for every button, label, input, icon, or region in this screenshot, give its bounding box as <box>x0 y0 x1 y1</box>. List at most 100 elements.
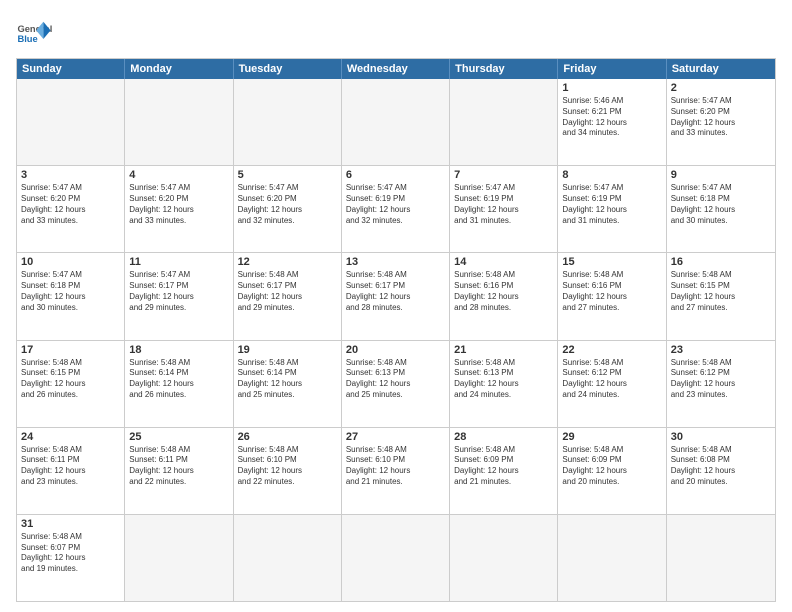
calendar-cell: 29Sunrise: 5:48 AM Sunset: 6:09 PM Dayli… <box>558 428 666 514</box>
day-number: 18 <box>129 344 228 356</box>
day-number: 6 <box>346 169 445 181</box>
calendar-cell <box>125 79 233 165</box>
calendar-cell: 18 Sunrise: 5:48 AM Sunset: 6:14 PM Dayli… <box>125 341 233 427</box>
calendar-cell: 2Sunrise: 5:47 AM Sunset: 6:20 PM Daylig… <box>667 79 775 165</box>
calendar-cell: 11 Sunrise: 5:47 AM Sunset: 6:17 PM Dayli… <box>125 253 233 339</box>
calendar-cell <box>667 515 775 601</box>
day-number: 10 <box>21 256 120 268</box>
day-number: 29 <box>562 431 661 443</box>
day-number: 24 <box>21 431 120 443</box>
day-number: 16 <box>671 256 771 268</box>
cell-info: Sunrise: 5:47 AM Sunset: 6:20 PM Dayligh… <box>129 183 228 226</box>
cell-info: Sunrise: 5:47 AM Sunset: 6:18 PM Dayligh… <box>671 183 771 226</box>
cell-info: Sunrise: 5:48 AM Sunset: 6:17 PM Dayligh… <box>238 270 337 313</box>
day-number: 28 <box>454 431 553 443</box>
calendar-cell: 23Sunrise: 5:48 AM Sunset: 6:12 PM Dayli… <box>667 341 775 427</box>
calendar-week-row: 1 Sunrise: 5:46 AM Sunset: 6:21 PM Daylig… <box>17 79 775 165</box>
day-number: 15 <box>562 256 661 268</box>
cell-info: Sunrise: 5:46 AM Sunset: 6:21 PM Dayligh… <box>562 96 661 139</box>
calendar-cell: 1 Sunrise: 5:46 AM Sunset: 6:21 PM Daylig… <box>558 79 666 165</box>
calendar-cell: 24 Sunrise: 5:48 AM Sunset: 6:11 PM Dayli… <box>17 428 125 514</box>
cell-info: Sunrise: 5:48 AM Sunset: 6:13 PM Dayligh… <box>346 358 445 401</box>
cell-info: Sunrise: 5:48 AM Sunset: 6:12 PM Dayligh… <box>562 358 661 401</box>
cell-info: Sunrise: 5:47 AM Sunset: 6:20 PM Dayligh… <box>238 183 337 226</box>
cell-info: Sunrise: 5:48 AM Sunset: 6:17 PM Dayligh… <box>346 270 445 313</box>
cell-info: Sunrise: 5:48 AM Sunset: 6:07 PM Dayligh… <box>21 532 120 575</box>
day-number: 27 <box>346 431 445 443</box>
calendar-cell <box>342 515 450 601</box>
cal-header-day: Thursday <box>450 59 558 79</box>
calendar-header-row: SundayMondayTuesdayWednesdayThursdayFrid… <box>17 59 775 79</box>
cell-info: Sunrise: 5:48 AM Sunset: 6:15 PM Dayligh… <box>21 358 120 401</box>
calendar-cell: 5 Sunrise: 5:47 AM Sunset: 6:20 PM Daylig… <box>234 166 342 252</box>
calendar-cell: 25Sunrise: 5:48 AM Sunset: 6:11 PM Dayli… <box>125 428 233 514</box>
day-number: 31 <box>21 518 120 530</box>
day-number: 17 <box>21 344 120 356</box>
cell-info: Sunrise: 5:47 AM Sunset: 6:18 PM Dayligh… <box>21 270 120 313</box>
cell-info: Sunrise: 5:48 AM Sunset: 6:14 PM Dayligh… <box>129 358 228 401</box>
logo-icon: General Blue <box>16 16 52 52</box>
logo: General Blue <box>16 16 52 52</box>
calendar-cell: 8 Sunrise: 5:47 AM Sunset: 6:19 PM Daylig… <box>558 166 666 252</box>
day-number: 25 <box>129 431 228 443</box>
cal-header-day: Tuesday <box>234 59 342 79</box>
calendar-cell: 7 Sunrise: 5:47 AM Sunset: 6:19 PM Daylig… <box>450 166 558 252</box>
day-number: 8 <box>562 169 661 181</box>
calendar-cell: 6Sunrise: 5:47 AM Sunset: 6:19 PM Daylig… <box>342 166 450 252</box>
calendar-cell: 15 Sunrise: 5:48 AM Sunset: 6:16 PM Dayli… <box>558 253 666 339</box>
cell-info: Sunrise: 5:48 AM Sunset: 6:16 PM Dayligh… <box>562 270 661 313</box>
cell-info: Sunrise: 5:47 AM Sunset: 6:17 PM Dayligh… <box>129 270 228 313</box>
day-number: 23 <box>671 344 771 356</box>
calendar-cell: 13 Sunrise: 5:48 AM Sunset: 6:17 PM Dayli… <box>342 253 450 339</box>
day-number: 4 <box>129 169 228 181</box>
calendar-week-row: 3 Sunrise: 5:47 AM Sunset: 6:20 PM Daylig… <box>17 165 775 252</box>
calendar-cell <box>234 79 342 165</box>
cal-header-day: Wednesday <box>342 59 450 79</box>
day-number: 14 <box>454 256 553 268</box>
day-number: 3 <box>21 169 120 181</box>
calendar-cell: 3 Sunrise: 5:47 AM Sunset: 6:20 PM Daylig… <box>17 166 125 252</box>
cell-info: Sunrise: 5:48 AM Sunset: 6:08 PM Dayligh… <box>671 445 771 488</box>
calendar-cell: 22 Sunrise: 5:48 AM Sunset: 6:12 PM Dayli… <box>558 341 666 427</box>
cell-info: Sunrise: 5:48 AM Sunset: 6:13 PM Dayligh… <box>454 358 553 401</box>
calendar-cell: 16 Sunrise: 5:48 AM Sunset: 6:15 PM Dayli… <box>667 253 775 339</box>
calendar-cell <box>234 515 342 601</box>
calendar-cell: 4 Sunrise: 5:47 AM Sunset: 6:20 PM Daylig… <box>125 166 233 252</box>
day-number: 21 <box>454 344 553 356</box>
day-number: 22 <box>562 344 661 356</box>
day-number: 12 <box>238 256 337 268</box>
calendar-cell: 30Sunrise: 5:48 AM Sunset: 6:08 PM Dayli… <box>667 428 775 514</box>
day-number: 13 <box>346 256 445 268</box>
cell-info: Sunrise: 5:48 AM Sunset: 6:10 PM Dayligh… <box>238 445 337 488</box>
day-number: 2 <box>671 82 771 94</box>
calendar-cell: 27Sunrise: 5:48 AM Sunset: 6:10 PM Dayli… <box>342 428 450 514</box>
calendar-week-row: 17 Sunrise: 5:48 AM Sunset: 6:15 PM Dayli… <box>17 340 775 427</box>
cell-info: Sunrise: 5:47 AM Sunset: 6:19 PM Dayligh… <box>454 183 553 226</box>
header: General Blue <box>16 16 776 52</box>
day-number: 9 <box>671 169 771 181</box>
calendar-cell: 9 Sunrise: 5:47 AM Sunset: 6:18 PM Daylig… <box>667 166 775 252</box>
svg-text:Blue: Blue <box>17 34 37 44</box>
day-number: 5 <box>238 169 337 181</box>
day-number: 20 <box>346 344 445 356</box>
calendar-cell <box>125 515 233 601</box>
calendar-cell: 10 Sunrise: 5:47 AM Sunset: 6:18 PM Dayli… <box>17 253 125 339</box>
day-number: 11 <box>129 256 228 268</box>
cell-info: Sunrise: 5:48 AM Sunset: 6:11 PM Dayligh… <box>21 445 120 488</box>
calendar-cell <box>17 79 125 165</box>
day-number: 26 <box>238 431 337 443</box>
calendar-week-row: 24 Sunrise: 5:48 AM Sunset: 6:11 PM Dayli… <box>17 427 775 514</box>
calendar-cell: 19Sunrise: 5:48 AM Sunset: 6:14 PM Dayli… <box>234 341 342 427</box>
cell-info: Sunrise: 5:48 AM Sunset: 6:15 PM Dayligh… <box>671 270 771 313</box>
calendar-cell <box>450 79 558 165</box>
cell-info: Sunrise: 5:47 AM Sunset: 6:20 PM Dayligh… <box>21 183 120 226</box>
cal-header-day: Monday <box>125 59 233 79</box>
cell-info: Sunrise: 5:48 AM Sunset: 6:16 PM Dayligh… <box>454 270 553 313</box>
calendar-cell: 20 Sunrise: 5:48 AM Sunset: 6:13 PM Dayli… <box>342 341 450 427</box>
calendar-cell: 12 Sunrise: 5:48 AM Sunset: 6:17 PM Dayli… <box>234 253 342 339</box>
day-number: 7 <box>454 169 553 181</box>
day-number: 1 <box>562 82 661 94</box>
calendar-body: 1 Sunrise: 5:46 AM Sunset: 6:21 PM Daylig… <box>17 79 775 601</box>
cell-info: Sunrise: 5:48 AM Sunset: 6:09 PM Dayligh… <box>454 445 553 488</box>
cell-info: Sunrise: 5:47 AM Sunset: 6:19 PM Dayligh… <box>562 183 661 226</box>
